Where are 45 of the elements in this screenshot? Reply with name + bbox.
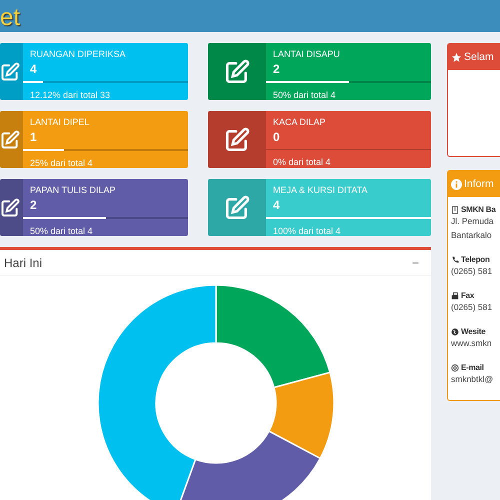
info-label: E-mail	[461, 363, 484, 372]
info-text: (0265) 581	[451, 265, 494, 278]
stat-description: 50% dari total 4	[273, 89, 337, 100]
phone-icon	[451, 256, 459, 264]
stat-title: MEJA & KURSI DITATA	[273, 184, 369, 196]
edit-icon	[0, 198, 20, 218]
stat-title: RUANGAN DIPERIKSA	[30, 48, 127, 60]
building-icon	[451, 206, 459, 214]
stat-description: 0% dari total 4	[273, 156, 332, 168]
stat-title: PAPAN TULIS DILAP	[30, 184, 117, 196]
info-text: Bantarkalo	[451, 229, 493, 242]
info-text: smknbtkl@	[451, 373, 494, 386]
stat-description: 50% dari total 4	[30, 225, 94, 236]
info-text: www.smkn	[451, 337, 493, 350]
edit-icon	[0, 62, 20, 82]
stat-title: LANTAI DIPEL	[30, 116, 90, 128]
stat-description: 25% dari total 4	[30, 157, 94, 168]
star-icon	[451, 52, 462, 62]
edit-icon	[224, 126, 250, 152]
box-title: Selam	[464, 51, 494, 63]
info-label: SMKN Ba	[461, 205, 496, 214]
stat-title: LANTAI DISAPU	[273, 48, 341, 60]
stat-description: 12.12% dari total 33	[30, 89, 112, 100]
info-text: (0265) 581	[451, 301, 494, 314]
info-label: Telepon	[461, 255, 490, 264]
edit-icon	[224, 58, 250, 84]
app-title: et	[0, 4, 20, 32]
stat-value: 4	[273, 197, 281, 214]
edit-icon	[0, 130, 20, 150]
fax-icon	[451, 292, 459, 300]
stat-value: 4	[30, 61, 38, 78]
edit-icon	[224, 194, 250, 220]
stat-value: 2	[30, 197, 38, 214]
stat-title: KACA DILAP	[273, 116, 327, 128]
box-title: Inform	[464, 178, 494, 190]
info-icon	[451, 178, 462, 190]
collapse-button[interactable]: −	[408, 256, 423, 270]
stat-value: 1	[30, 129, 38, 146]
info-label: Wesite	[461, 327, 486, 336]
panel-title: Hari Ini	[4, 256, 42, 270]
info-text: Jl. Pemuda	[451, 215, 495, 228]
stat-value: 0	[273, 129, 281, 146]
info-label: Fax	[461, 291, 474, 300]
stat-description: 100% dari total 4	[273, 225, 342, 236]
stat-value: 2	[273, 61, 281, 78]
